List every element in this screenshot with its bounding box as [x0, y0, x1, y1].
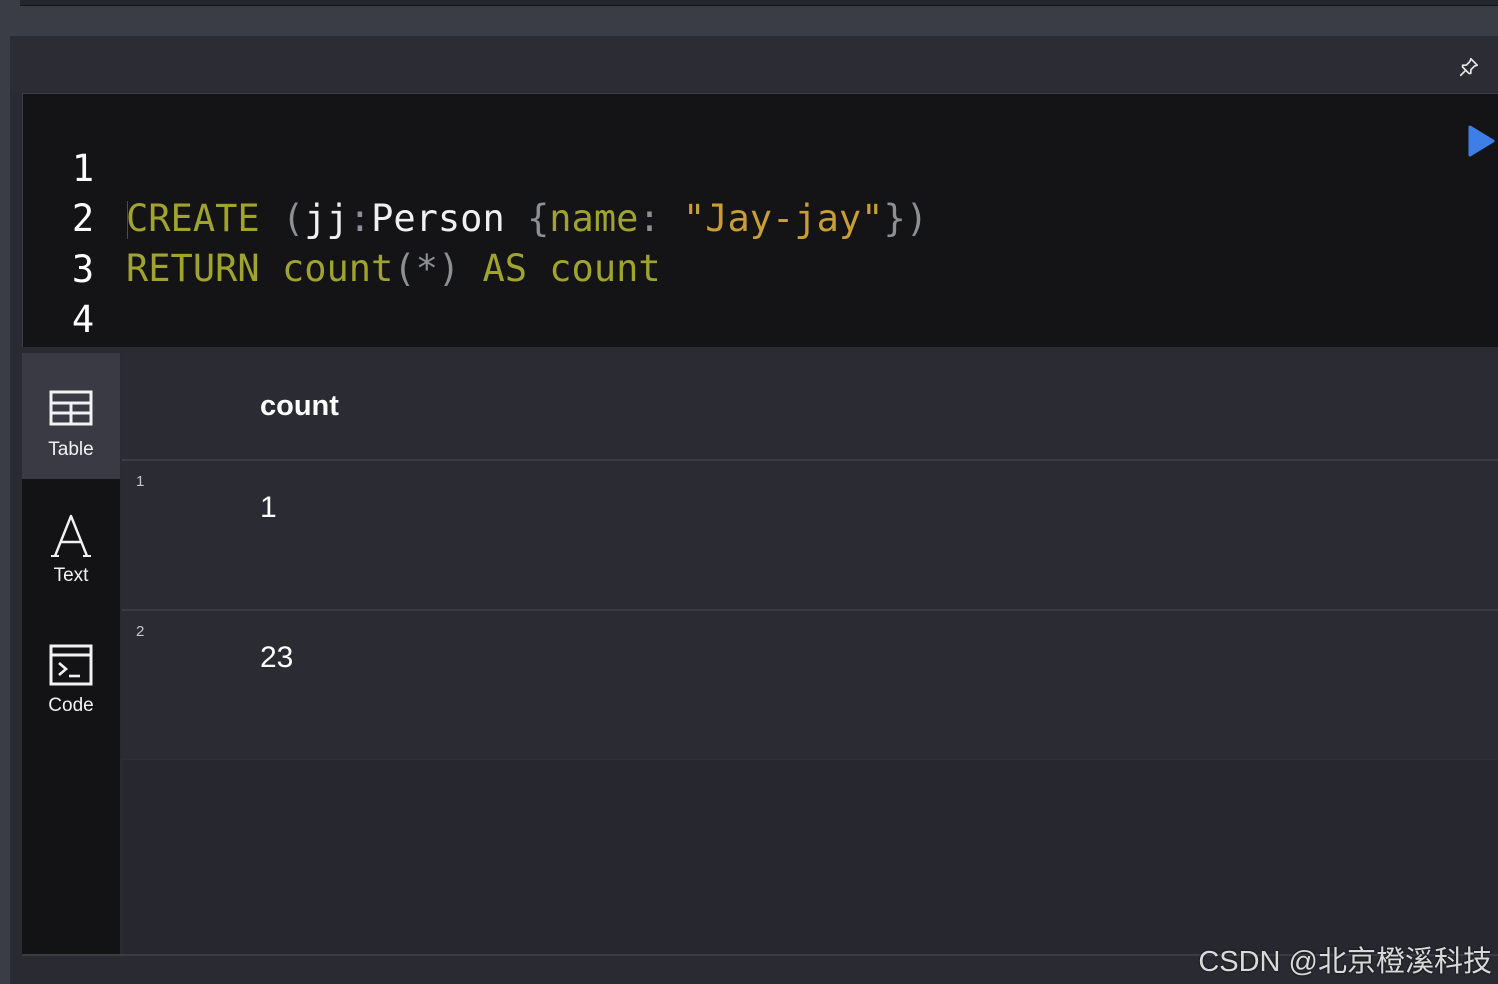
frame-header: [10, 36, 1498, 92]
query-editor[interactable]: 1 CREATE (jj:Person {name: "Jay-jay"}) 2…: [22, 93, 1498, 442]
view-switcher: Table Text Code: [22, 353, 120, 954]
table-row[interactable]: 2 23: [122, 611, 1498, 760]
cell-value: 23: [260, 641, 294, 674]
view-button-table[interactable]: Table: [22, 353, 120, 479]
run-icon[interactable]: [1466, 124, 1496, 158]
column-header-label: count: [260, 390, 339, 422]
pin-icon[interactable]: [1458, 56, 1480, 78]
table-row[interactable]: 1 1: [122, 461, 1498, 611]
code-line: 4 MATCH (j:Person) WHERE j.name STARTS W…: [23, 245, 1423, 391]
code-line: 3 UNION: [23, 195, 1423, 391]
view-label: Code: [48, 695, 94, 716]
watermark: CSDN @北京橙溪科技: [1198, 946, 1492, 978]
table-icon: [49, 390, 93, 426]
code-icon: [49, 644, 93, 686]
view-button-text[interactable]: Text: [22, 479, 120, 605]
top-strip: [0, 0, 1498, 16]
code-line: 1 CREATE (jj:Person {name: "Jay-jay"}): [23, 94, 1423, 240]
row-index: 2: [136, 623, 145, 640]
text-icon: [51, 514, 91, 557]
column-header[interactable]: count: [122, 353, 1498, 461]
cell-value: 1: [260, 491, 277, 524]
view-button-code[interactable]: Code: [22, 609, 120, 735]
code-line: 5 RETURN count(*) AS count: [23, 296, 1423, 442]
code-line: 2 RETURN count(*) AS count: [23, 144, 1423, 290]
results-table: count 1 1 2 23: [122, 353, 1498, 954]
indent-guide: [127, 201, 128, 239]
row-index: 1: [136, 473, 145, 490]
view-label: Table: [48, 439, 94, 460]
view-label: Text: [53, 565, 89, 586]
previous-frame-edge: [20, 0, 1498, 6]
